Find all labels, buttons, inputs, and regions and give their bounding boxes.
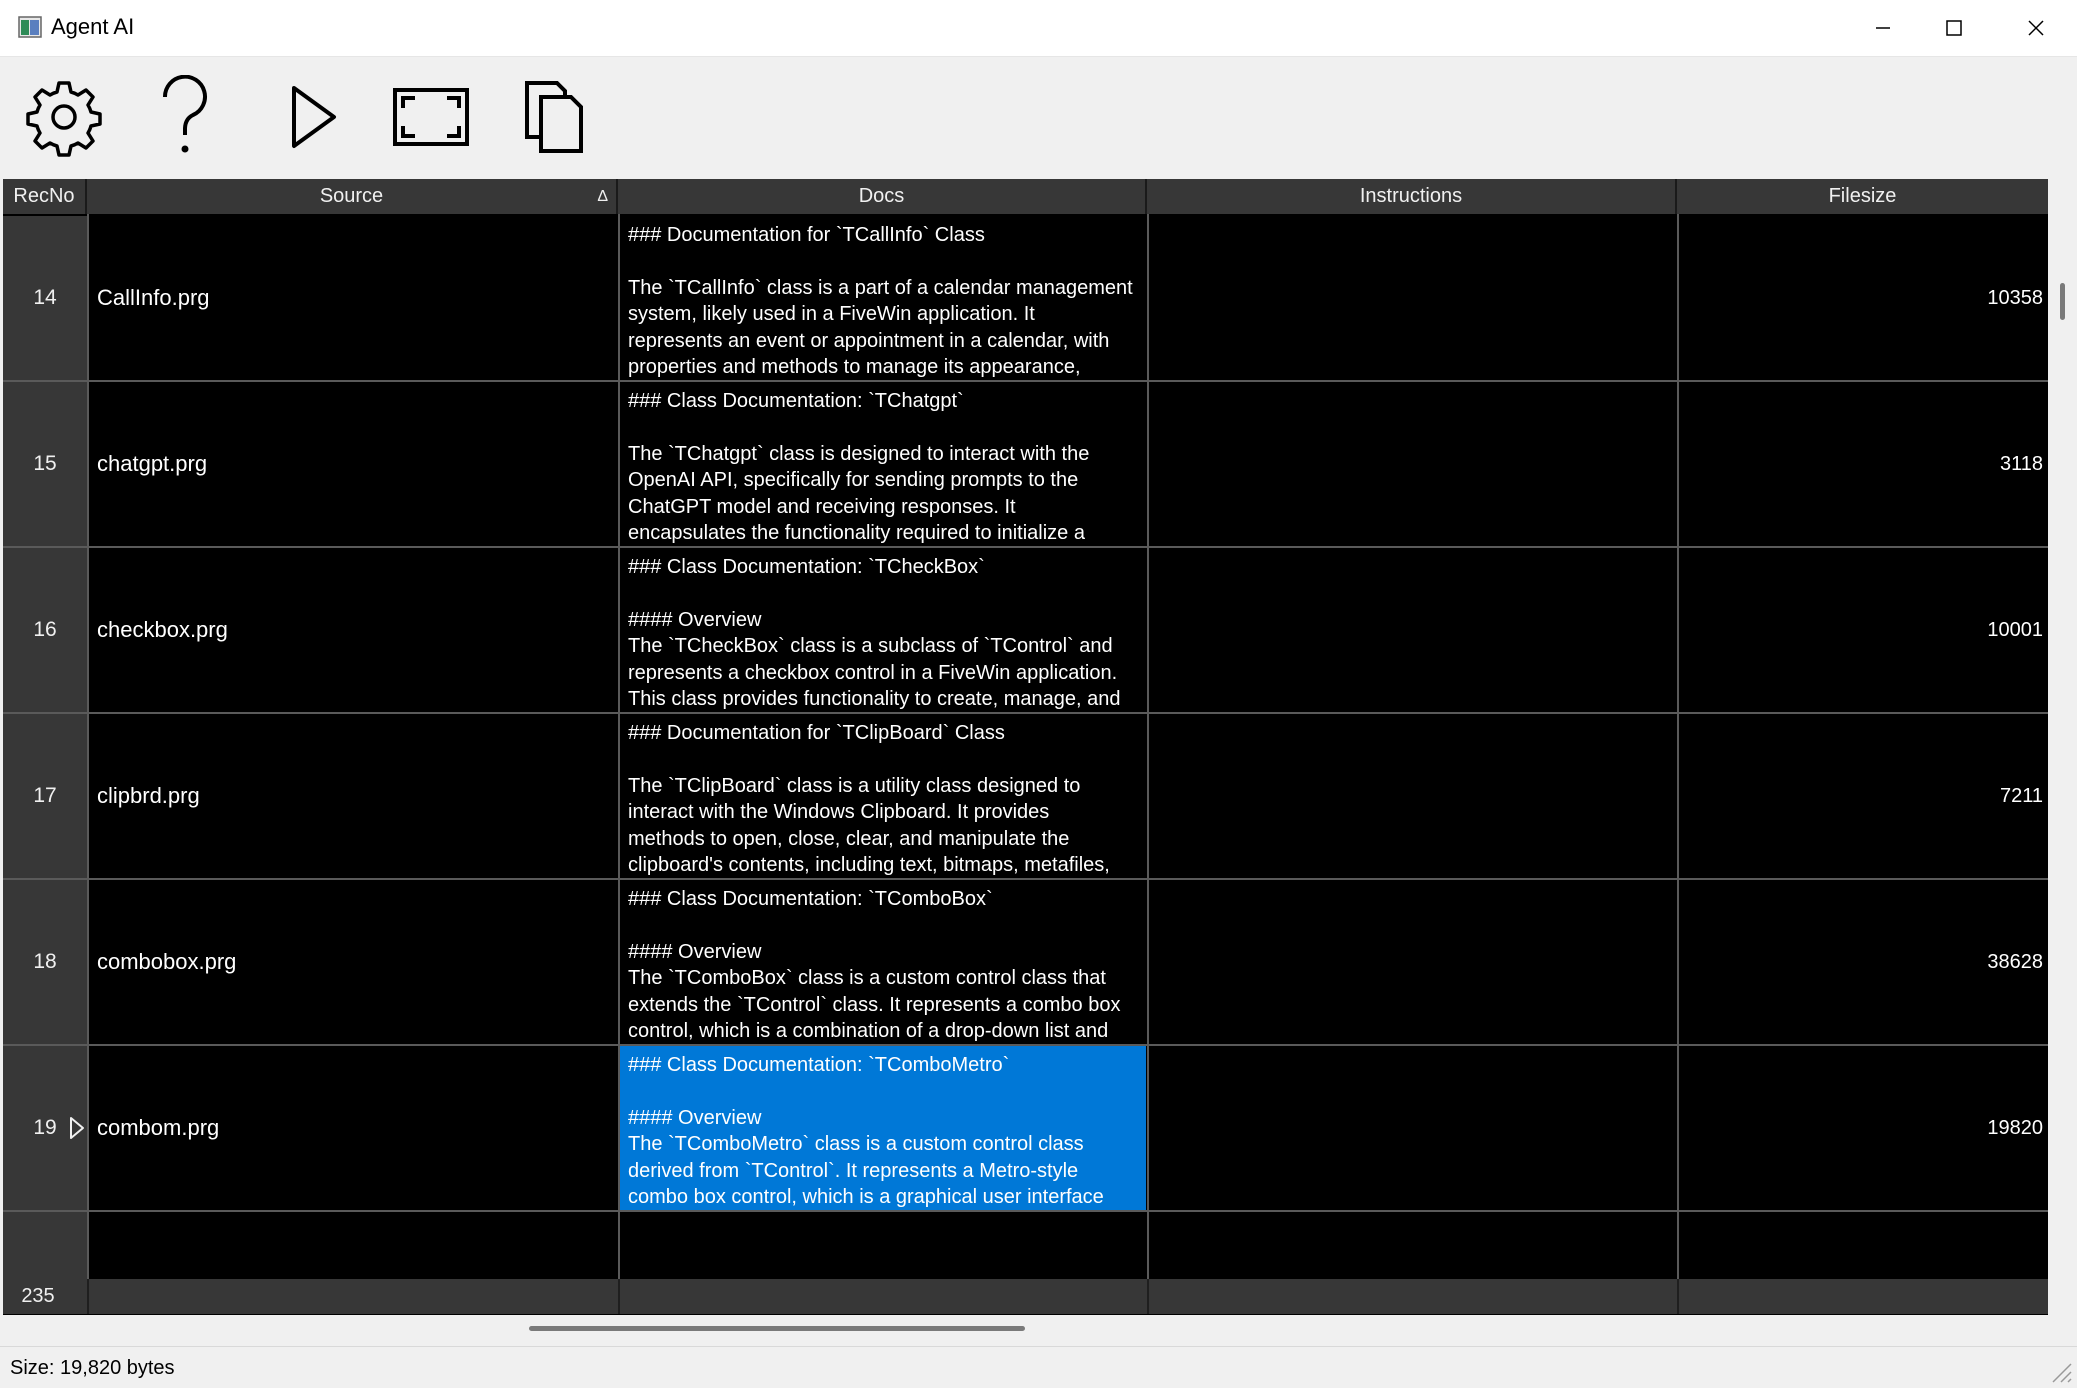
footer-divider <box>1147 1279 1149 1314</box>
filesize-cell[interactable]: 10358 <box>1679 216 2043 380</box>
footer-divider <box>1677 1279 1679 1314</box>
recno-cell: 16 <box>3 548 87 712</box>
minimize-icon <box>1876 27 1890 29</box>
source-cell[interactable]: checkbox.prg <box>97 548 228 712</box>
recno-cell: 14 <box>3 216 87 380</box>
docs-cell[interactable]: ### Class Documentation: `TComboBox` ###… <box>620 880 1146 1044</box>
grid-footer: 235 <box>3 1279 2048 1314</box>
status-text: Size: 19,820 bytes <box>10 1357 175 1379</box>
filesize-cell[interactable]: 10001 <box>1679 548 2043 712</box>
current-row-indicator-icon <box>70 1117 84 1139</box>
help-icon <box>162 75 207 153</box>
footer-divider <box>87 1279 89 1314</box>
settings-button[interactable] <box>19 75 109 159</box>
help-button[interactable] <box>140 75 230 159</box>
sort-ascending-icon: Δ <box>597 187 608 205</box>
status-bar: Size: 19,820 bytes <box>0 1346 2077 1388</box>
filesize-cell[interactable]: 7211 <box>1679 714 2043 878</box>
copy-icon <box>525 81 583 153</box>
close-icon <box>2028 20 2044 36</box>
docs-cell[interactable]: ### Documentation for `TClipBoard` Class… <box>620 714 1146 878</box>
maximize-icon <box>1946 20 1962 36</box>
filesize-cell[interactable]: 38628 <box>1679 880 2043 1044</box>
window-title: Agent AI <box>51 14 135 39</box>
play-icon <box>292 86 336 148</box>
filesize-cell[interactable]: 3118 <box>1679 382 2043 546</box>
app-icon <box>18 16 42 38</box>
docs-cell[interactable]: ### Class Documentation: `TChatgpt` The … <box>620 382 1146 546</box>
recno-cell: 18 <box>3 880 87 1044</box>
column-header-recno[interactable]: RecNo <box>3 179 87 214</box>
horizontal-scrollbar-thumb[interactable] <box>529 1326 1025 1331</box>
source-cell[interactable]: clipbrd.prg <box>97 714 200 878</box>
docs-cell[interactable]: ### Documentation for `TCallInfo` Class … <box>620 216 1146 380</box>
footer-divider <box>618 1279 620 1314</box>
source-cell[interactable]: combom.prg <box>97 1046 219 1210</box>
fullscreen-icon <box>393 88 469 146</box>
recno-cell-empty <box>3 1212 87 1279</box>
resize-grip-icon[interactable] <box>2047 1358 2073 1384</box>
gear-icon <box>26 81 102 157</box>
column-header-docs[interactable]: Docs <box>618 179 1147 214</box>
recno-cell: 17 <box>3 714 87 878</box>
app-window: Agent AI RecNo Source Δ Docs Instruction… <box>0 0 2077 1388</box>
source-cell[interactable]: CallInfo.prg <box>97 216 210 380</box>
filesize-cell[interactable]: 19820 <box>1679 1046 2043 1210</box>
column-divider <box>87 214 89 1280</box>
recno-cell: 19 <box>3 1046 87 1210</box>
source-cell[interactable]: chatgpt.prg <box>97 382 207 546</box>
record-count: 235 <box>21 1285 55 1307</box>
docs-cell[interactable]: ### Class Documentation: `TCheckBox` ###… <box>620 548 1146 712</box>
maximize-button[interactable] <box>1914 0 1994 56</box>
row-divider <box>3 1210 2048 1212</box>
close-button[interactable] <box>1996 0 2076 56</box>
toolbar <box>0 56 2077 179</box>
column-header-filesize[interactable]: Filesize <box>1677 179 2048 214</box>
fullscreen-button[interactable] <box>386 75 476 159</box>
column-header-source[interactable]: Source Δ <box>87 179 618 214</box>
data-grid[interactable]: RecNo Source Δ Docs Instructions Filesiz… <box>3 179 2048 1315</box>
copy-button[interactable] <box>509 75 599 159</box>
title-bar: Agent AI <box>0 0 2077 56</box>
column-divider <box>1147 214 1149 1280</box>
run-button[interactable] <box>267 75 357 159</box>
docs-cell-selected[interactable]: ### Class Documentation: `TComboMetro` #… <box>620 1046 1146 1210</box>
vertical-scrollbar-thumb[interactable] <box>2060 283 2065 320</box>
source-cell[interactable]: combobox.prg <box>97 880 236 1044</box>
column-header-instructions[interactable]: Instructions <box>1147 179 1677 214</box>
minimize-button[interactable] <box>1843 0 1923 56</box>
recno-cell: 15 <box>3 382 87 546</box>
